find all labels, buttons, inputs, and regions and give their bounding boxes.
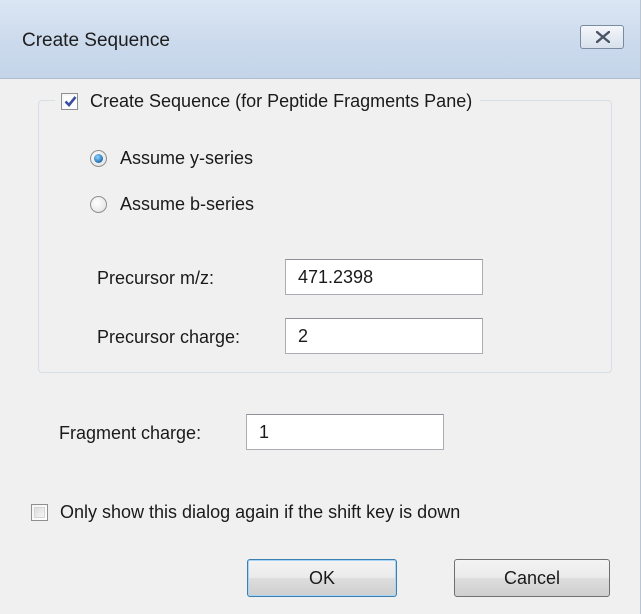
fragment-charge-label: Fragment charge:	[59, 423, 202, 443]
ok-button[interactable]: OK	[247, 559, 397, 597]
radio-assume-y-series[interactable]: Assume y-series	[90, 148, 253, 169]
shift-key-checkbox-row[interactable]: Only show this dialog again if the shift…	[31, 502, 460, 523]
checkmark-icon	[64, 95, 77, 107]
fragment-charge-input[interactable]: 1	[246, 414, 444, 450]
radio-label-b-series[interactable]: Assume b-series	[120, 194, 254, 215]
create-sequence-checkbox-row[interactable]: Create Sequence (for Peptide Fragments P…	[55, 86, 481, 116]
shift-key-checkbox-label[interactable]: Only show this dialog again if the shift…	[60, 502, 460, 523]
radio-assume-b-series[interactable]: Assume b-series	[90, 194, 254, 215]
radio-label-y-series[interactable]: Assume y-series	[120, 148, 253, 169]
title-bar: Create Sequence	[0, 0, 640, 79]
precursor-mz-input[interactable]: 471.2398	[285, 259, 483, 295]
precursor-charge-label: Precursor charge:	[97, 327, 241, 347]
close-icon	[596, 31, 610, 43]
create-sequence-checkbox-label[interactable]: Create Sequence (for Peptide Fragments P…	[90, 91, 472, 112]
create-sequence-dialog: Create Sequence Create Sequence (for Pep…	[0, 0, 641, 614]
close-button[interactable]	[580, 25, 624, 49]
cancel-button[interactable]: Cancel	[454, 559, 610, 597]
shift-key-checkbox[interactable]	[31, 504, 48, 521]
create-sequence-checkbox[interactable]	[61, 92, 78, 110]
precursor-charge-input[interactable]: 2	[285, 318, 483, 354]
radio-button-y-series[interactable]	[90, 150, 107, 167]
radio-button-b-series[interactable]	[90, 196, 107, 213]
precursor-mz-label: Precursor m/z:	[97, 268, 215, 288]
dialog-title: Create Sequence	[22, 30, 170, 51]
